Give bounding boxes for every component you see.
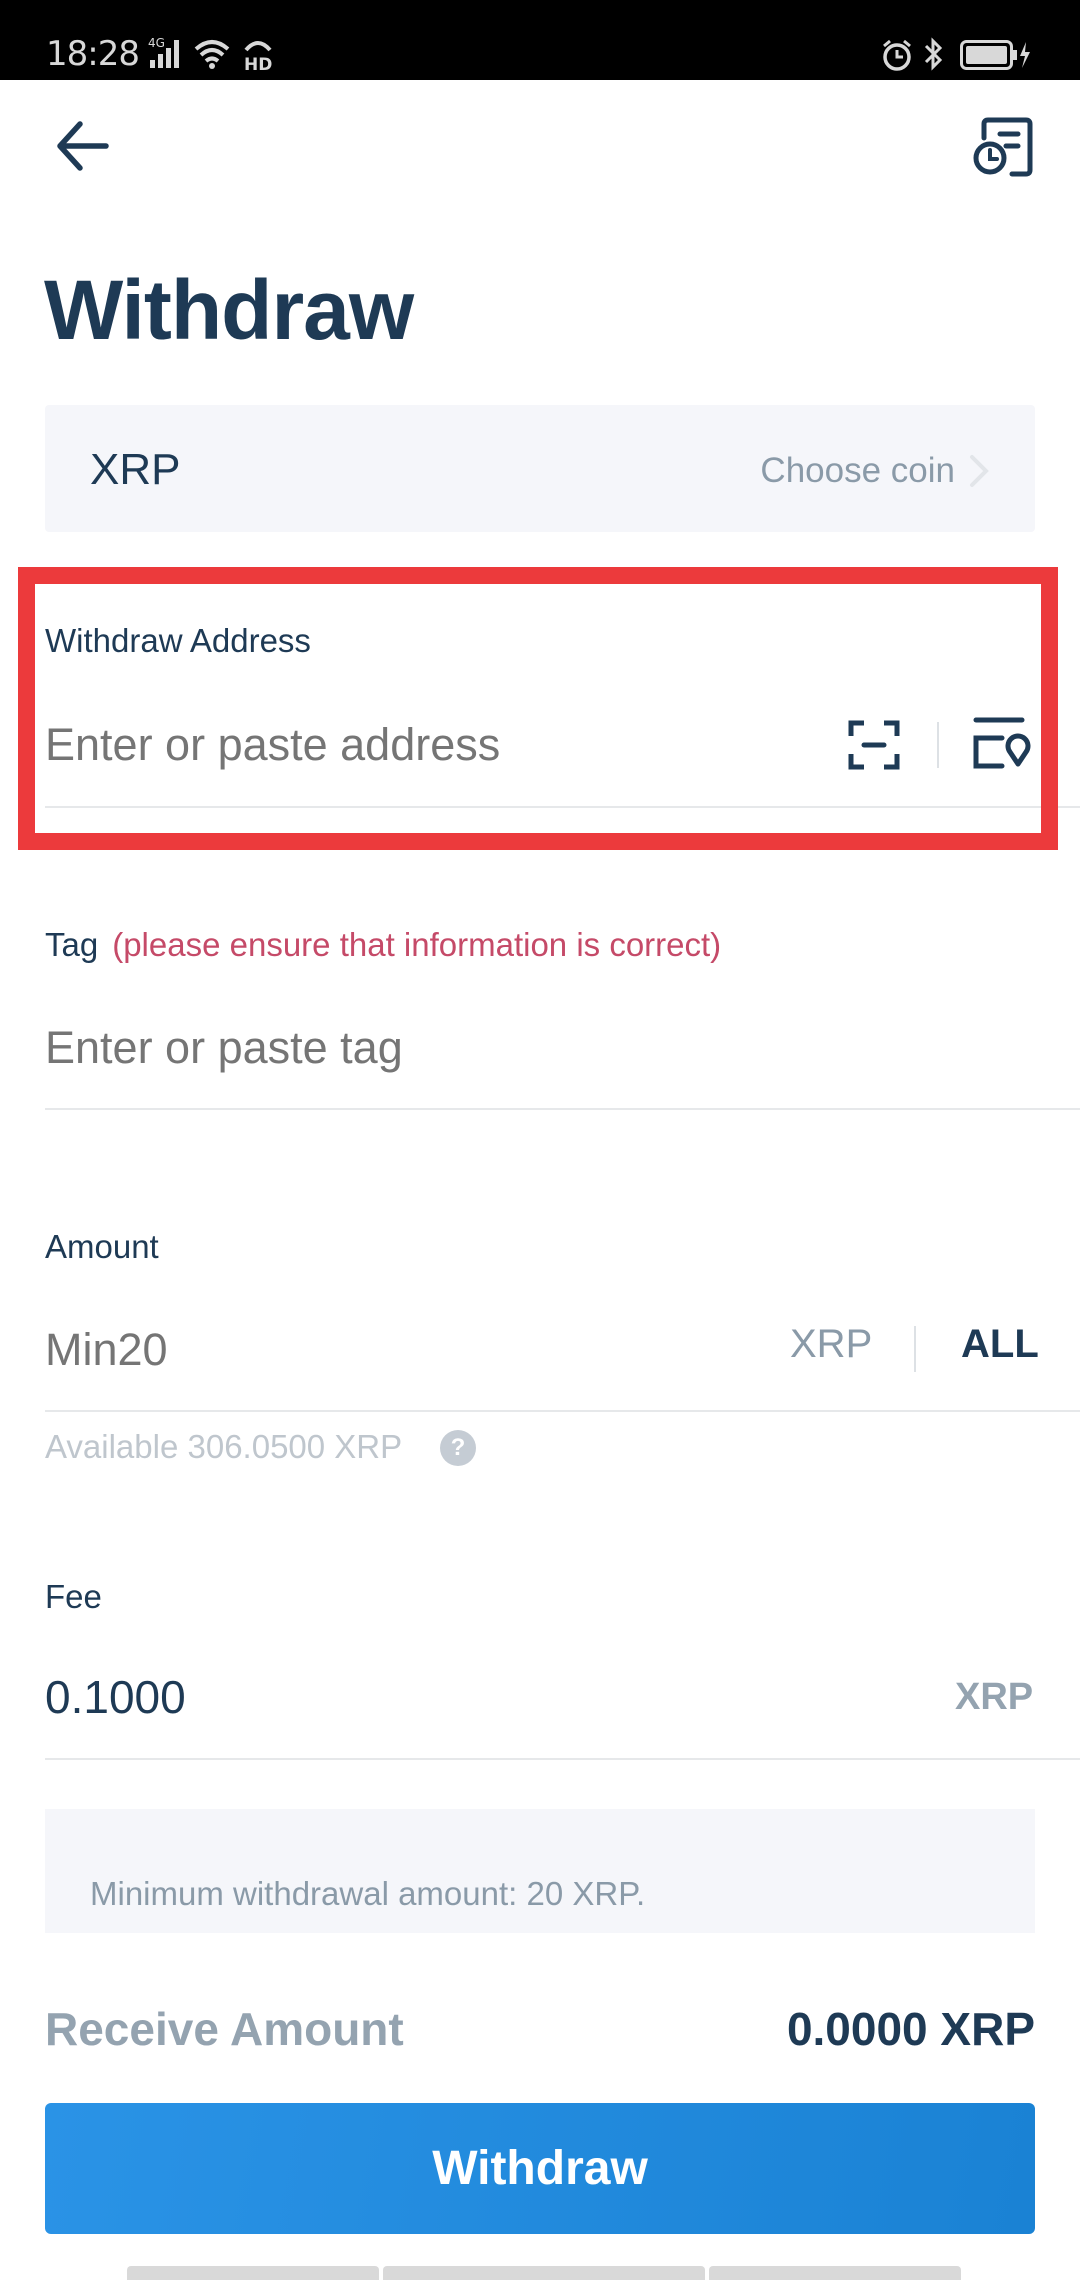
charging-icon [1020, 42, 1030, 68]
tag-label-row: Tag (please ensure that information is co… [45, 926, 721, 964]
fee-label: Fee [45, 1578, 102, 1615]
fee-value: 0.1000 [45, 1671, 186, 1723]
tag-input[interactable] [45, 1016, 1025, 1080]
bottom-segment [383, 2266, 705, 2280]
status-bar: 18:28 4G HD [0, 0, 1080, 80]
available-balance: Available 306.0500 XRP [45, 1428, 403, 1465]
address-icon-separator [937, 722, 939, 768]
fee-unit: XRP [955, 1676, 1034, 1718]
back-button[interactable] [52, 118, 112, 174]
scan-qr-button[interactable] [848, 720, 900, 770]
address-divider [45, 806, 1080, 808]
coin-selector[interactable]: XRP Choose coin [45, 405, 1035, 532]
info-box: Minimum withdrawal amount: 20 XRP. [45, 1809, 1035, 1933]
amount-input[interactable] [45, 1318, 745, 1382]
network-type: 4G [148, 36, 165, 50]
status-time: 18:28 [46, 34, 140, 74]
hd-icon: HD [244, 41, 272, 72]
bottom-segment [127, 2266, 379, 2280]
arrow-left-icon [57, 121, 109, 171]
bluetooth-icon [924, 37, 943, 71]
amount-unit: XRP [790, 1322, 873, 1366]
question-icon[interactable]: ? [440, 1430, 476, 1466]
withdraw-button[interactable]: Withdraw [45, 2103, 1035, 2234]
battery-icon [960, 40, 1030, 70]
min-withdrawal-note: Minimum withdrawal amount: 20 XRP. [90, 1875, 646, 1912]
amount-label: Amount [45, 1228, 159, 1265]
receive-amount-label: Receive Amount [45, 2003, 404, 2055]
choose-coin-label: Choose coin [760, 451, 955, 490]
address-book-icon [973, 717, 1031, 769]
withdraw-history-button[interactable] [970, 116, 1034, 178]
fee-divider [45, 1758, 1080, 1760]
withdraw-history-icon [973, 117, 1033, 177]
alarm-icon [883, 39, 911, 71]
page-title: Withdraw [44, 263, 414, 357]
chevron-right-icon [970, 455, 989, 487]
selected-coin: XRP [90, 445, 181, 494]
wifi-icon [194, 40, 230, 69]
scan-qr-icon [848, 720, 900, 770]
address-book-button[interactable] [972, 716, 1032, 772]
address-label: Withdraw Address [45, 622, 311, 659]
amount-divider [45, 1410, 1080, 1412]
bottom-segment [709, 2266, 961, 2280]
address-input[interactable] [45, 713, 825, 777]
tag-warning: (please ensure that information is corre… [112, 926, 722, 963]
receive-amount-value: 0.0000 XRP [786, 2003, 1035, 2055]
all-button[interactable]: ALL [961, 1322, 1039, 1367]
tag-label: Tag [45, 926, 99, 963]
signal-icon: 4G [148, 36, 179, 68]
tag-divider [45, 1108, 1080, 1110]
amount-separator [914, 1326, 916, 1372]
hd-label: HD [244, 55, 272, 72]
